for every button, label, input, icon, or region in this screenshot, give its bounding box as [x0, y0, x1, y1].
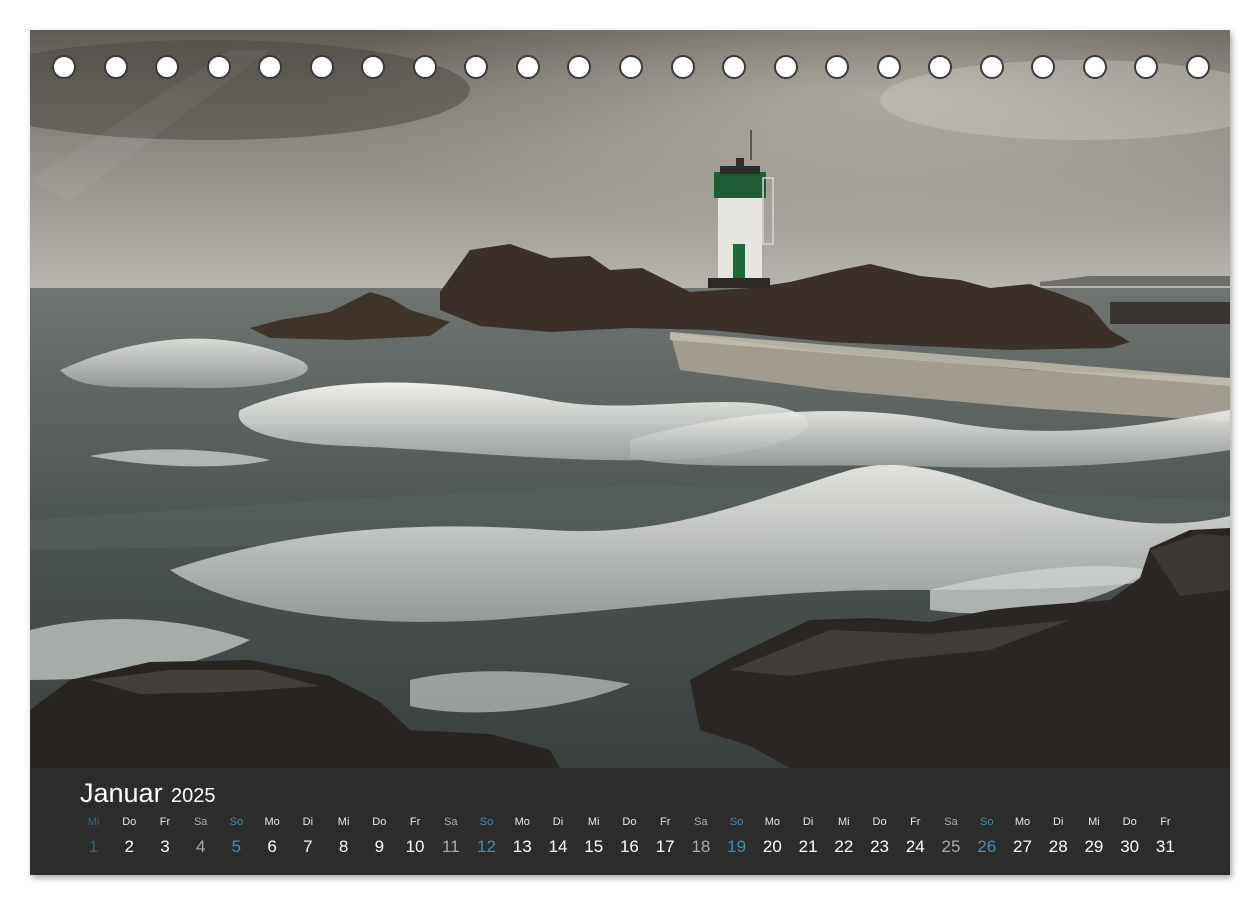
binding-hole [361, 55, 386, 79]
day-number: 15 [584, 837, 604, 856]
lighthouse-photo [30, 30, 1230, 768]
binding-hole [258, 55, 283, 79]
binding-hole [825, 55, 850, 79]
weekday-label: Sa [694, 816, 708, 828]
day-number: 21 [798, 837, 818, 856]
day-number: 1 [88, 837, 99, 856]
weekday-label: Do [122, 816, 137, 828]
weekday-label: Do [1122, 816, 1137, 828]
month-title: Januar 2025 [80, 778, 216, 809]
weekday-label: Mi [1088, 816, 1100, 828]
day-number: 11 [441, 837, 460, 856]
weekday-label: Mi [337, 816, 350, 828]
weekday-label: Di [802, 816, 814, 828]
day-number: 25 [941, 837, 961, 856]
binding-hole [722, 55, 747, 79]
binding-hole [619, 55, 643, 79]
weekday-label: Mi [87, 816, 100, 828]
binding-hole [1134, 55, 1159, 79]
day-number: 24 [905, 837, 925, 856]
weekday-label: Di [302, 816, 314, 828]
weekday-label: Mo [764, 816, 780, 828]
day-number: 10 [405, 837, 425, 856]
binding-hole [1082, 55, 1107, 79]
binding-hole [52, 55, 76, 79]
binding-hole [979, 55, 1004, 79]
binding-hole [1031, 55, 1056, 79]
binding-hole [928, 55, 953, 79]
day-number: 3 [160, 837, 170, 856]
day-number: 30 [1120, 837, 1140, 856]
day-number: 9 [374, 837, 385, 856]
weekday-label: So [980, 816, 994, 828]
weekday-label: Mi [587, 816, 600, 828]
day-number: 27 [1013, 837, 1032, 856]
day-number: 18 [691, 837, 711, 856]
binding-hole [773, 55, 798, 79]
calendar-band: Januar 2025 Mi 1 Do 2 Fr 3 Sa 4 So 5 Mo 6 Di 7 Mi 8 Do 9 F… [30, 768, 1230, 875]
day-number: 20 [762, 837, 782, 856]
day-number: 8 [338, 837, 349, 856]
calendar-page: Januar 2025 Mi 1 Do 2 Fr 3 Sa 4 So 5 Mo 6 Di 7 Mi 8 Do 9 F… [30, 30, 1230, 875]
binding-hole [206, 55, 231, 79]
day-number: 12 [477, 837, 496, 856]
day-number: 22 [834, 837, 854, 856]
day-number: 16 [619, 837, 639, 856]
weekday-label: Mo [264, 816, 280, 828]
day-number: 4 [195, 837, 206, 856]
weekday-label: Do [372, 816, 387, 828]
weekday-label: Fr [159, 816, 171, 828]
binding-hole [412, 55, 437, 79]
weekday-label: Do [872, 816, 887, 828]
day-number: 13 [512, 837, 532, 856]
weekday-label: So [729, 816, 744, 828]
day-number: 31 [1155, 837, 1175, 856]
binding-holes [52, 55, 1210, 79]
binding-hole [155, 55, 180, 79]
weekday-label: Sa [193, 816, 208, 828]
weekday-label: Di [1053, 816, 1064, 828]
weekday-label: Mo [1014, 816, 1031, 828]
weekday-label: So [479, 816, 494, 828]
weekday-label: Sa [944, 816, 958, 828]
weekday-label: Mo [514, 816, 530, 828]
binding-hole [515, 55, 540, 79]
day-number: 6 [267, 837, 277, 856]
binding-hole [670, 55, 695, 79]
binding-hole [464, 55, 489, 79]
weekday-label: Fr [659, 816, 671, 828]
binding-hole [1186, 55, 1210, 79]
binding-hole [567, 55, 592, 79]
day-number: 29 [1084, 837, 1104, 856]
weekday-label: Fr [1160, 816, 1171, 828]
year-label: 2025 [171, 785, 216, 807]
weekday-label: Sa [444, 816, 458, 828]
day-number: 19 [727, 837, 747, 856]
weekday-label: Mi [838, 816, 850, 828]
day-number: 28 [1048, 837, 1068, 856]
weekday-label: Di [552, 816, 564, 828]
weekday-label: Do [622, 816, 637, 828]
binding-hole [309, 55, 334, 79]
day-number: 2 [124, 837, 134, 856]
day-number: 5 [231, 837, 242, 856]
day-number: 26 [977, 837, 997, 856]
weekday-label: So [229, 816, 244, 828]
day-number: 23 [870, 837, 889, 856]
day-number: 14 [548, 837, 568, 856]
weekday-label: Fr [409, 816, 421, 828]
binding-hole [103, 55, 128, 79]
day-number: 7 [303, 837, 313, 856]
binding-hole [876, 55, 901, 79]
month-name: Januar [80, 778, 163, 808]
day-number: 17 [655, 837, 675, 856]
weekday-label: Fr [910, 816, 921, 828]
